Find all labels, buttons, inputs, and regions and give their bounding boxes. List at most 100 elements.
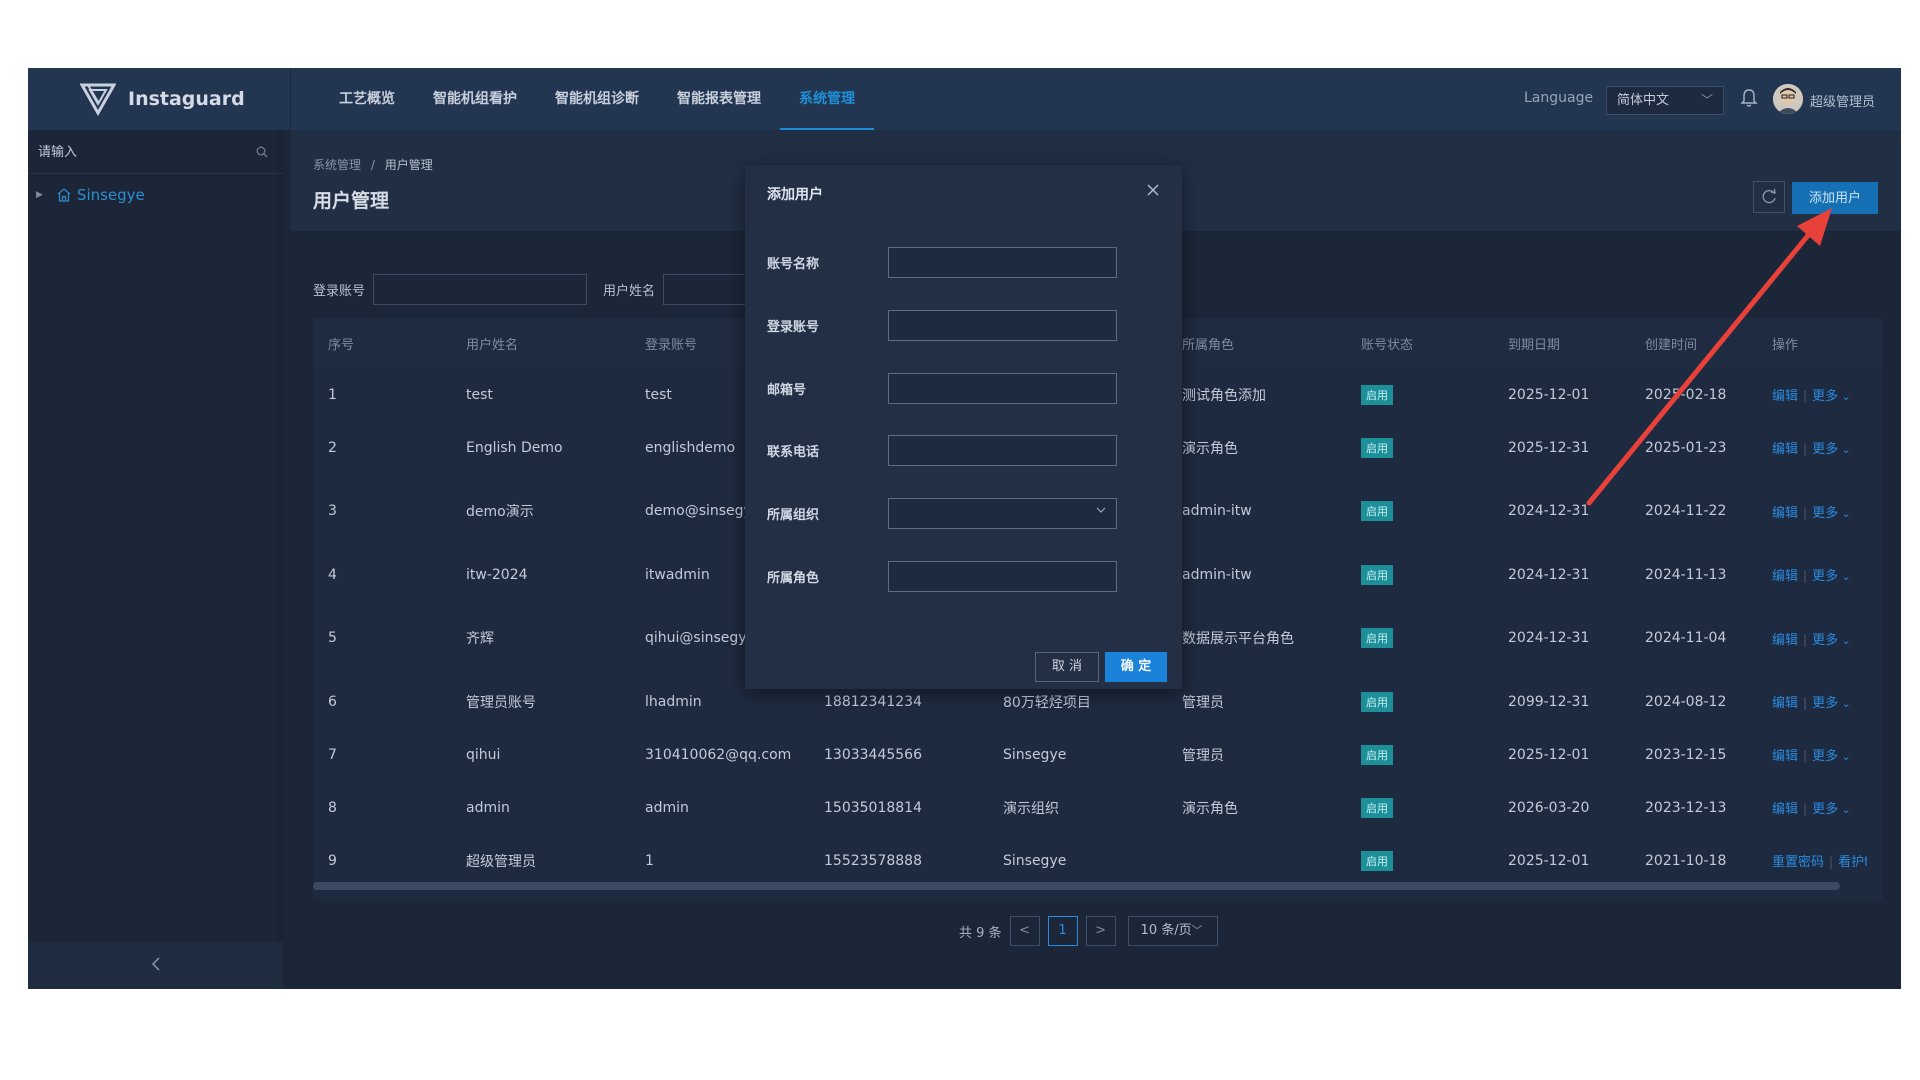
chevron-down-icon[interactable]: ⌄	[1838, 443, 1851, 456]
breadcrumb-parent[interactable]: 系统管理	[313, 158, 361, 172]
form-row-phone: 联系电话	[767, 435, 1117, 466]
row-action-more[interactable]: 更多	[1812, 506, 1838, 521]
chevron-down-icon[interactable]: ⌄	[1838, 697, 1851, 710]
role-label: 所属角色	[767, 571, 820, 586]
row-action-more[interactable]: 更多	[1812, 569, 1838, 584]
cell-expire: 2025-12-01	[1508, 386, 1590, 403]
login-account-input[interactable]	[888, 310, 1117, 341]
filter-login-input[interactable]	[373, 274, 588, 305]
cell-created: 2023-12-15	[1645, 746, 1727, 763]
cell-operations: 编辑 | 更多 ⌄	[1757, 692, 1867, 711]
cell-role: admin-itw	[1182, 503, 1252, 519]
row-action-primary[interactable]: 编辑	[1772, 506, 1798, 521]
search-icon[interactable]	[256, 146, 268, 158]
cell-status: 启用	[1346, 850, 1493, 871]
add-user-dialog: 添加用户 账号名称 登录账号 邮箱号 联系电话 所属组织 所属角色 取 消 确 …	[745, 165, 1182, 689]
role-input[interactable]	[888, 561, 1117, 592]
row-action-primary[interactable]: 编辑	[1772, 442, 1798, 457]
cell-operations: 编辑 | 更多 ⌄	[1757, 745, 1867, 764]
row-action-more[interactable]: 更多	[1812, 633, 1838, 648]
nav-item-unit-care[interactable]: 智能机组看护	[414, 68, 536, 130]
language-select[interactable]: 简体中文 ﹀	[1606, 86, 1724, 115]
row-action-more[interactable]: 更多	[1812, 696, 1838, 711]
row-action-more[interactable]: 更多	[1812, 442, 1838, 457]
chevron-down-icon[interactable]: ⌄	[1838, 570, 1851, 583]
tree-search	[28, 130, 283, 174]
action-separator: |	[1803, 749, 1808, 763]
user-avatar[interactable]	[1773, 84, 1803, 114]
chevron-down-icon[interactable]: ⌄	[1838, 803, 1851, 816]
pagination-next-button[interactable]: >	[1085, 916, 1116, 946]
bell-icon[interactable]	[1740, 88, 1758, 108]
nav-item-process-overview[interactable]: 工艺概览	[320, 68, 414, 130]
row-action-primary[interactable]: 编辑	[1772, 749, 1798, 764]
cell-expire: 2099-12-31	[1508, 693, 1590, 710]
instaguard-logo-icon	[80, 83, 116, 116]
breadcrumb-separator: /	[370, 158, 375, 172]
chevron-down-icon[interactable]: ⌄	[1838, 390, 1851, 403]
cell-role: 管理员	[1182, 747, 1224, 764]
close-icon[interactable]	[1145, 182, 1161, 198]
caret-right-icon[interactable]: ▶	[36, 190, 43, 200]
refresh-button[interactable]	[1753, 181, 1785, 213]
row-action-primary[interactable]: 编辑	[1772, 633, 1798, 648]
row-action-primary[interactable]: 编辑	[1772, 696, 1798, 711]
row-action-primary[interactable]: 编辑	[1772, 569, 1798, 584]
status-badge: 启用	[1361, 691, 1393, 712]
status-badge: 启用	[1361, 628, 1393, 648]
cell-status: 启用	[1346, 628, 1493, 648]
filter-login-label: 登录账号	[313, 284, 366, 299]
pagination-page-1[interactable]: 1	[1047, 916, 1078, 946]
row-action-primary[interactable]: 编辑	[1772, 802, 1798, 817]
nav-item-system-management[interactable]: 系统管理	[780, 68, 874, 130]
horizontal-scrollbar[interactable]	[313, 882, 1840, 890]
cell-name: 管理员账号	[466, 694, 536, 711]
status-badge: 启用	[1361, 797, 1393, 818]
cell-name: English Demo	[466, 439, 563, 456]
filter-bar: 登录账号 用户姓名	[313, 274, 779, 305]
organization-icon	[57, 188, 71, 202]
row-action-primary[interactable]: 重置密码	[1772, 855, 1824, 870]
column-header: 创建时间	[1645, 337, 1698, 353]
action-separator: |	[1803, 442, 1808, 456]
row-action-primary[interactable]: 编辑	[1772, 389, 1798, 404]
page-size-select[interactable]: 10 条/页﹀	[1127, 916, 1218, 946]
status-badge: 启用	[1361, 564, 1393, 585]
dialog-title: 添加用户	[767, 187, 823, 203]
row-action-more[interactable]: 更多	[1812, 749, 1838, 764]
user-name[interactable]: 超级管理员	[1810, 91, 1875, 110]
header-divider	[290, 68, 291, 130]
email-input[interactable]	[888, 373, 1117, 404]
cancel-button[interactable]: 取 消	[1035, 652, 1099, 682]
chevron-down-icon[interactable]: ⌄	[1838, 750, 1851, 763]
cell-no: 3	[328, 503, 337, 519]
status-badge: 启用	[1361, 437, 1393, 458]
org-tree-sidebar: ▶ Sinsegye	[28, 130, 283, 989]
sidebar-collapse-button[interactable]	[28, 942, 283, 989]
cell-phone: 15523578888	[824, 852, 922, 869]
column-header: 用户姓名	[466, 337, 519, 353]
phone-input[interactable]	[888, 435, 1117, 466]
form-row-account-name: 账号名称	[767, 247, 1117, 278]
brand-logo[interactable]: Instaguard	[80, 82, 245, 116]
nav-item-unit-diagnosis[interactable]: 智能机组诊断	[536, 68, 658, 130]
column-header: 操作	[1772, 337, 1799, 353]
chevron-down-icon[interactable]: ⌄	[1838, 634, 1851, 647]
chevron-down-icon[interactable]: ⌄	[1838, 507, 1851, 520]
cell-created: 2024-11-13	[1645, 566, 1727, 583]
confirm-button[interactable]: 确 定	[1105, 652, 1167, 682]
tree-node-sinsegye[interactable]: ▶ Sinsegye	[36, 186, 145, 204]
nav-item-report-management[interactable]: 智能报表管理	[658, 68, 780, 130]
add-user-button[interactable]: 添加用户	[1792, 182, 1878, 214]
tree-search-input[interactable]	[38, 140, 238, 164]
cell-no: 4	[328, 566, 337, 583]
pagination: 共 9 条 < 1 > 10 条/页﹀	[959, 916, 1218, 946]
row-action-more[interactable]: 更多	[1812, 802, 1838, 817]
organization-select[interactable]	[888, 498, 1117, 529]
row-action-more[interactable]: 看护t	[1838, 855, 1867, 870]
main-nav: 工艺概览 智能机组看护 智能机组诊断 智能报表管理 系统管理	[320, 68, 874, 130]
row-action-more[interactable]: 更多	[1812, 389, 1838, 404]
pagination-prev-button[interactable]: <	[1009, 916, 1040, 946]
cell-created: 2025-02-18	[1645, 386, 1727, 403]
account-name-input[interactable]	[888, 247, 1117, 278]
